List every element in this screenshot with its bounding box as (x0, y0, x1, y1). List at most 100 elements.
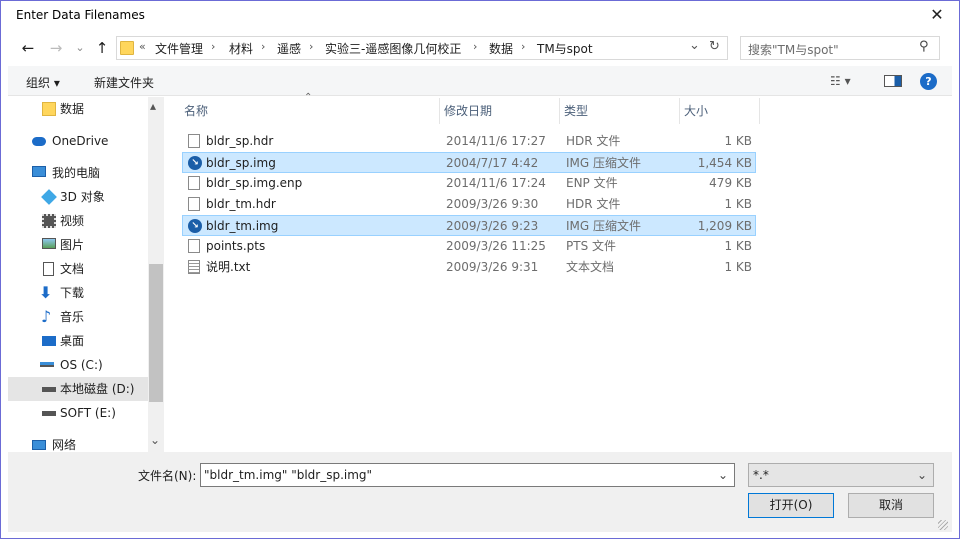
column-header-size[interactable]: 大小 (680, 98, 760, 124)
back-arrow-icon[interactable]: ← (18, 38, 38, 58)
nav-scrollbar-thumb[interactable] (149, 264, 163, 402)
address-dropdown-icon[interactable]: ⌄ (689, 38, 700, 53)
computer-icon (32, 166, 46, 177)
cancel-button[interactable]: 取消 (848, 493, 934, 518)
file-row[interactable]: bldr_sp.hdr 2014/11/6 17:27 HDR 文件 1 KB (182, 131, 756, 152)
nav-item-3d-objects[interactable]: 3D 对象 (8, 185, 148, 209)
nav-item-drive-d[interactable]: 本地磁盘 (D:) (8, 377, 148, 401)
file-row[interactable]: bldr_tm.hdr 2009/3/26 9:30 HDR 文件 1 KB (182, 194, 756, 215)
img-file-icon: ↘ (188, 219, 202, 233)
nav-item-documents[interactable]: 文档 (8, 257, 148, 281)
nav-item-downloads[interactable]: ⬇ 下载 (8, 281, 148, 305)
nav-item-label: OneDrive (52, 134, 109, 148)
document-icon (43, 262, 54, 276)
breadcrumb-item[interactable]: 遥感 (277, 40, 301, 57)
picture-icon (42, 238, 56, 249)
organize-button[interactable]: 组织 ▾ (26, 74, 60, 91)
nav-item-desktop[interactable]: 桌面 (8, 329, 148, 353)
resize-grip-icon[interactable] (938, 520, 948, 530)
file-type: HDR 文件 (566, 134, 621, 148)
nav-item-data[interactable]: 数据 (8, 97, 148, 121)
file-row[interactable]: bldr_sp.img.enp 2014/11/6 17:24 ENP 文件 4… (182, 173, 756, 194)
drive-icon (42, 411, 56, 416)
breadcrumb-item[interactable]: TM与spot (537, 40, 593, 57)
breadcrumb-separator-icon[interactable]: › (473, 40, 477, 53)
file-row[interactable]: points.pts 2009/3/26 11:25 PTS 文件 1 KB (182, 236, 756, 257)
breadcrumb-item[interactable]: 文件管理 (155, 40, 203, 57)
overflow-icon[interactable]: « (139, 40, 146, 53)
nav-item-this-pc[interactable]: 我的电脑 (8, 161, 148, 185)
up-arrow-icon[interactable]: ↑ (92, 38, 112, 58)
breadcrumb-item[interactable]: 实验三-遥感图像几何校正 (325, 40, 461, 57)
breadcrumb-item[interactable]: 材料 (229, 40, 253, 57)
column-header-label: 修改日期 (444, 104, 493, 118)
file-date: 2014/11/6 17:27 (446, 134, 546, 148)
filter-value: *.* (753, 468, 769, 482)
breadcrumb-separator-icon[interactable]: › (211, 40, 215, 53)
breadcrumb-separator-icon[interactable]: › (261, 40, 265, 53)
file-type: HDR 文件 (566, 197, 621, 211)
nav-item-label: 本地磁盘 (D:) (60, 382, 135, 396)
nav-item-music[interactable]: ♪ 音乐 (8, 305, 148, 329)
recent-dropdown-icon[interactable]: ⌄ (70, 38, 90, 58)
file-type-filter-select[interactable]: *.* ⌄ (748, 463, 934, 487)
file-type: IMG 压缩文件 (566, 219, 642, 233)
column-header-label: 名称 (184, 104, 209, 118)
file-type: 文本文档 (566, 260, 615, 274)
file-name: 说明.txt (206, 260, 251, 274)
file-name: bldr_tm.img (206, 219, 279, 233)
nav-item-label: 3D 对象 (60, 190, 105, 204)
file-name: bldr_sp.hdr (206, 134, 274, 148)
img-file-icon: ↘ (188, 156, 202, 170)
refresh-icon[interactable]: ↻ (709, 39, 720, 54)
view-options-icon[interactable]: ☷ ▾ (830, 74, 851, 88)
file-date: 2014/11/6 17:24 (446, 176, 546, 190)
close-icon[interactable]: ✕ (926, 4, 948, 26)
hdr-file-icon (188, 134, 200, 148)
breadcrumb-separator-icon[interactable]: › (521, 40, 525, 53)
breadcrumb-item[interactable]: 数据 (489, 40, 513, 57)
search-box[interactable]: 搜索"TM与spot" ⚲ (740, 36, 940, 60)
scroll-down-icon[interactable]: ⌄ (150, 433, 160, 447)
search-icon[interactable]: ⚲ (919, 39, 929, 54)
preview-pane-icon[interactable] (884, 75, 902, 87)
file-row[interactable]: 说明.txt 2009/3/26 9:31 文本文档 1 KB (182, 257, 756, 278)
drive-icon (40, 362, 54, 367)
breadcrumb-separator-icon[interactable]: › (309, 40, 313, 53)
file-date: 2009/3/26 9:31 (446, 260, 539, 274)
nav-item-drive-e[interactable]: SOFT (E:) (8, 401, 148, 425)
folder-icon (120, 41, 134, 55)
file-name: bldr_tm.hdr (206, 197, 276, 211)
nav-item-label: 图片 (60, 238, 85, 252)
nav-item-drive-c[interactable]: OS (C:) (8, 353, 148, 377)
sort-ascending-icon: ⌃ (304, 92, 313, 103)
nav-item-label: 音乐 (60, 310, 85, 324)
file-size: 1 KB (724, 134, 752, 148)
cube-icon (41, 189, 57, 205)
nav-item-onedrive[interactable]: OneDrive (8, 129, 148, 153)
nav-item-pictures[interactable]: 图片 (8, 233, 148, 257)
search-input[interactable]: 搜索"TM与spot" (748, 41, 839, 58)
filename-dropdown-icon[interactable]: ⌄ (718, 464, 728, 486)
column-header-date[interactable]: 修改日期 (440, 98, 560, 124)
file-name: bldr_sp.img.enp (206, 176, 303, 190)
forward-arrow-icon[interactable]: → (46, 38, 66, 58)
file-size: 1,209 KB (697, 219, 752, 233)
filename-input[interactable]: "bldr_tm.img" "bldr_sp.img" ⌄ (200, 463, 735, 487)
help-icon[interactable]: ? (920, 73, 937, 90)
scroll-up-icon[interactable]: ▴ (150, 99, 156, 113)
nav-item-label: 我的电脑 (52, 166, 101, 180)
window-title: Enter Data Filenames (16, 8, 145, 22)
network-icon (32, 440, 46, 450)
open-button[interactable]: 打开(O) (748, 493, 834, 518)
file-row[interactable]: ↘ bldr_sp.img 2004/7/17 4:42 IMG 压缩文件 1,… (182, 152, 756, 173)
nav-item-videos[interactable]: 视频 (8, 209, 148, 233)
file-row[interactable]: ↘ bldr_tm.img 2009/3/26 9:23 IMG 压缩文件 1,… (182, 215, 756, 236)
blank-file-icon (188, 176, 200, 190)
nav-item-label: 桌面 (60, 334, 85, 348)
download-icon: ⬇ (39, 283, 53, 302)
column-header-type[interactable]: 类型 (560, 98, 680, 124)
address-bar[interactable]: « 文件管理 › 材料 › 遥感 › 实验三-遥感图像几何校正 › 数据 › T… (116, 36, 728, 60)
filter-dropdown-icon[interactable]: ⌄ (917, 464, 927, 486)
new-folder-button[interactable]: 新建文件夹 (94, 74, 154, 91)
